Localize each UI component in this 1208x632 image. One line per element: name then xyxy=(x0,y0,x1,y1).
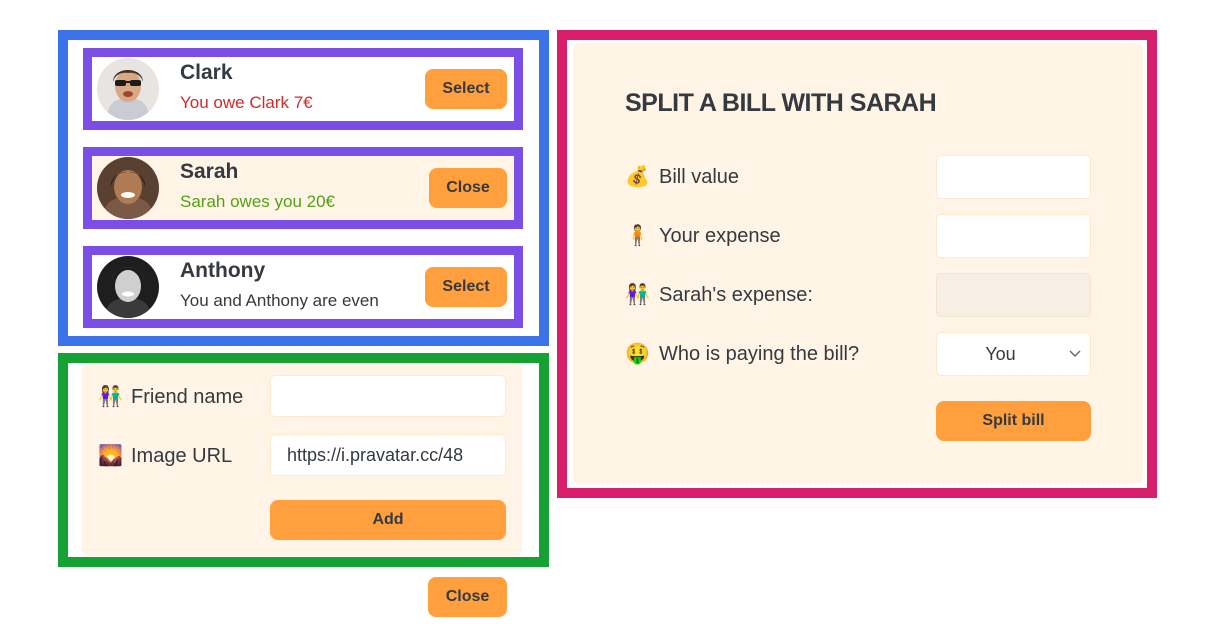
friend-name: Anthony xyxy=(180,259,266,282)
friend-balance-status: You owe Clark 7€ xyxy=(180,93,313,112)
bill-value-row: 💰 Bill value xyxy=(573,155,1143,199)
add-friend-form: 👫 Friend name 🌄 Image URL Add xyxy=(82,364,522,556)
friend-item-clark: Clark You owe Clark 7€ Select xyxy=(83,48,523,130)
friend-expense-label: Sarah's expense: xyxy=(659,284,813,306)
people-icon: 👫 xyxy=(625,284,650,306)
split-bill-title: SPLIT A BILL WITH SARAH xyxy=(625,89,937,117)
friend-name: Sarah xyxy=(180,160,239,183)
image-url-input[interactable] xyxy=(270,434,506,476)
bill-value-input[interactable] xyxy=(936,155,1091,199)
select-friend-button[interactable]: Select xyxy=(425,267,507,307)
your-expense-label: Your expense xyxy=(659,225,781,247)
chevron-down-icon xyxy=(1069,350,1081,357)
friend-name-label: Friend name xyxy=(131,386,244,408)
image-url-row: 🌄 Image URL xyxy=(82,434,522,478)
add-friend-button[interactable]: Add xyxy=(270,500,506,540)
avatar-sarah xyxy=(97,157,159,219)
avatar-clark xyxy=(97,58,159,120)
payer-label: Who is paying the bill? xyxy=(659,343,860,365)
sunrise-icon: 🌄 xyxy=(98,445,123,467)
money-mouth-face-icon: 🤑 xyxy=(625,343,650,365)
money-bag-icon: 💰 xyxy=(625,166,650,188)
friend-item-anthony: Anthony You and Anthony are even Select xyxy=(83,246,523,328)
payer-select[interactable]: You xyxy=(936,332,1091,376)
person-icon: 🧍 xyxy=(625,225,650,247)
split-bill-button[interactable]: Split bill xyxy=(936,401,1091,441)
close-friend-button[interactable]: Close xyxy=(429,168,507,208)
friend-name: Clark xyxy=(180,61,233,84)
your-expense-input[interactable] xyxy=(936,214,1091,258)
friend-expense-row: 👫 Sarah's expense: xyxy=(573,273,1143,317)
split-bill-form: SPLIT A BILL WITH SARAH 💰 Bill value 🧍 Y… xyxy=(573,43,1143,484)
friend-expense-input xyxy=(936,273,1091,317)
friend-balance-status: Sarah owes you 20€ xyxy=(180,192,335,211)
select-friend-button[interactable]: Select xyxy=(425,69,507,109)
image-url-label: Image URL xyxy=(131,445,233,467)
friend-name-row: 👫 Friend name xyxy=(82,375,522,419)
bill-value-label: Bill value xyxy=(659,166,740,188)
friend-balance-status: You and Anthony are even xyxy=(180,291,379,310)
people-icon: 👫 xyxy=(98,386,123,408)
payer-row: 🤑 Who is paying the bill? You xyxy=(573,332,1143,376)
close-form-button[interactable]: Close xyxy=(428,577,507,617)
your-expense-row: 🧍 Your expense xyxy=(573,214,1143,258)
friend-name-input[interactable] xyxy=(270,375,506,417)
payer-select-value: You xyxy=(985,344,1016,364)
avatar-anthony xyxy=(97,256,159,318)
friend-item-sarah: Sarah Sarah owes you 20€ Close xyxy=(83,147,523,229)
